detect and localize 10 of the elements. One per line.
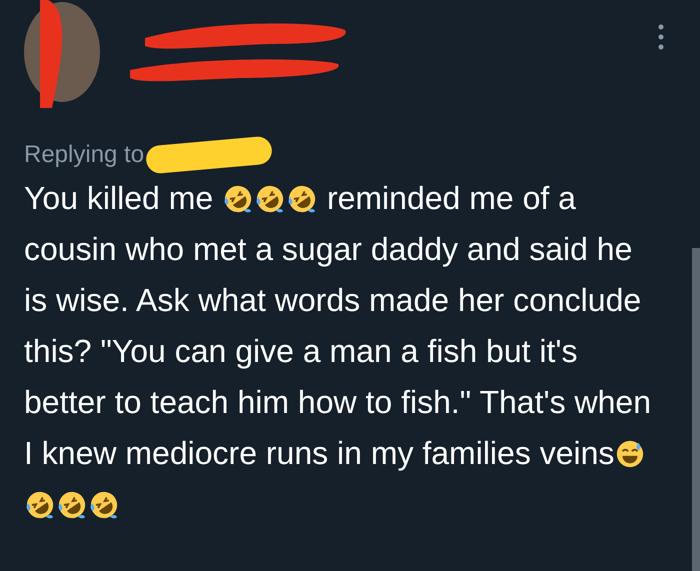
laughing-emoji-icon <box>287 184 318 214</box>
scrollbar[interactable] <box>692 248 700 571</box>
replying-to-label: Replying to <box>24 140 144 170</box>
laughing-emoji-icon <box>57 490 87 520</box>
laughing-emoji-icon <box>255 184 286 214</box>
laughing-emoji-icon <box>89 490 119 520</box>
more-icon[interactable] <box>658 24 664 50</box>
sweat-smile-emoji-icon <box>615 439 646 469</box>
laughing-emoji-icon <box>25 490 55 520</box>
laughing-emoji-icon <box>223 184 254 214</box>
